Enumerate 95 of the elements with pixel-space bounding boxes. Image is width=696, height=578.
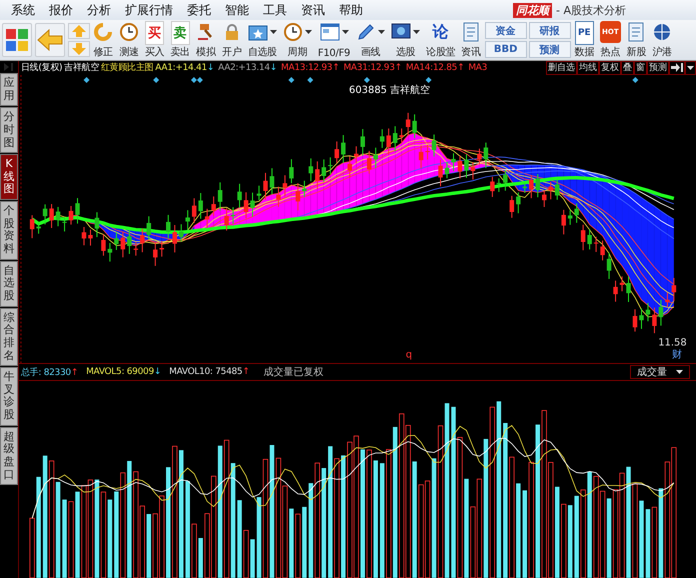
chart-tool-button[interactable]: 叠 bbox=[621, 61, 634, 75]
clock-icon bbox=[282, 22, 303, 42]
toolbar-button[interactable]: 开户 bbox=[220, 21, 243, 59]
refresh-icon bbox=[93, 22, 113, 42]
indicator-value: MA31:12.93↑ bbox=[343, 62, 402, 73]
toolbar-button[interactable]: 研报 bbox=[528, 22, 571, 39]
period-label: 日线(复权) bbox=[21, 62, 62, 74]
menu-item[interactable]: 报价 bbox=[42, 2, 80, 18]
sidebar-tab[interactable]: K线图 bbox=[0, 154, 18, 200]
globe-icon bbox=[652, 22, 672, 42]
chart-tool-button[interactable]: 删自选 bbox=[546, 61, 577, 75]
arrow-to-bar-icon bbox=[671, 63, 683, 72]
down-arrow-icon bbox=[72, 43, 86, 55]
caret-icon bbox=[304, 30, 312, 34]
toolbar-button[interactable]: F10/F9 bbox=[316, 21, 352, 59]
toolbar-button[interactable]: 论 论股堂 bbox=[425, 21, 456, 59]
document-icon bbox=[462, 22, 480, 42]
glyph-icon: 买 bbox=[145, 21, 164, 45]
toolbar-button[interactable]: 画线 bbox=[355, 21, 386, 59]
clock-icon bbox=[119, 22, 139, 42]
caret-icon bbox=[687, 66, 694, 70]
glyph-icon: 卖 bbox=[170, 21, 190, 45]
glyph-icon: 论 bbox=[430, 21, 451, 43]
indicator-value: AA1:+14.41↓ bbox=[155, 62, 214, 73]
menu-item[interactable]: 智能 bbox=[218, 2, 256, 18]
window-icon bbox=[320, 23, 340, 41]
menu-item[interactable]: 分析 bbox=[80, 2, 118, 18]
color-grid-icon bbox=[5, 28, 29, 52]
sidebar-tab[interactable]: 自选股 bbox=[0, 260, 18, 307]
toolbar-button[interactable]: 买 买入 bbox=[144, 21, 166, 59]
down-button[interactable] bbox=[68, 41, 90, 57]
toolbar-button[interactable]: 新股 bbox=[626, 21, 648, 59]
indicator-value: AA2:+13.14↓ bbox=[218, 62, 278, 73]
caret-icon bbox=[270, 30, 277, 34]
caret-icon bbox=[342, 30, 348, 34]
volume-indicator: MAVOL5: 69009↓ bbox=[86, 367, 162, 378]
star-folder-icon bbox=[248, 23, 268, 41]
menu-item[interactable]: 委托 bbox=[180, 2, 218, 18]
toolbar-button[interactable]: 资金 bbox=[484, 22, 527, 39]
volume-indicator: MAVOL10: 75485↑ bbox=[169, 367, 250, 378]
menu-item[interactable]: 资讯 bbox=[294, 2, 332, 18]
stock-label: 603885 吉祥航空 bbox=[349, 84, 430, 96]
toolbar-button[interactable]: 测速 bbox=[118, 21, 140, 59]
toolbar-button[interactable]: BBD bbox=[484, 41, 527, 58]
toolbar-button[interactable]: 预测 bbox=[528, 41, 571, 58]
document-icon bbox=[627, 22, 646, 42]
menu-item[interactable]: 帮助 bbox=[332, 2, 370, 18]
indicator-value: MA3 bbox=[468, 62, 488, 73]
caret-icon bbox=[676, 370, 683, 374]
low-price-label: 11.58 bbox=[658, 337, 687, 348]
toolbar-button[interactable]: PE 数据 bbox=[574, 21, 596, 59]
sidebar-tab[interactable]: 牛叉诊股 bbox=[0, 367, 18, 426]
toolbar-button[interactable]: 资讯 bbox=[460, 21, 482, 59]
stock-name: 吉祥航空 bbox=[64, 62, 100, 74]
left-arrow-icon bbox=[37, 29, 63, 51]
dropdown-button[interactable] bbox=[685, 61, 696, 75]
caret-icon bbox=[413, 30, 420, 34]
toolbar-button[interactable]: 卖 卖出 bbox=[169, 21, 191, 59]
sidebar-tab[interactable]: 综合排名 bbox=[0, 308, 18, 366]
toolbar-button[interactable]: 修正 bbox=[92, 21, 114, 59]
event-marker: q bbox=[406, 349, 412, 360]
finance-marker: 财 bbox=[672, 349, 682, 360]
layout-tile-button[interactable] bbox=[2, 23, 32, 57]
sidebar-tab[interactable]: 个股资料 bbox=[0, 201, 18, 260]
toolbar-button[interactable]: 自选股 bbox=[246, 21, 278, 59]
sidebar-tab[interactable]: 分时图 bbox=[0, 107, 18, 154]
volume-indicator: 总手: 82330↑ bbox=[21, 366, 78, 379]
caret-icon bbox=[378, 30, 386, 34]
indicator-value: MA13:12.93↑ bbox=[281, 62, 340, 73]
chart-tool-button[interactable]: 复权 bbox=[599, 61, 621, 75]
window-title: - A股技术分析 bbox=[556, 2, 626, 18]
sidebar-tab[interactable]: 超级盘口 bbox=[0, 426, 18, 486]
up-arrow-icon bbox=[72, 25, 86, 37]
menu-item[interactable]: 扩展行情 bbox=[118, 2, 180, 18]
formula-name: 红黄顾比主图 bbox=[101, 62, 154, 74]
chart-tool-button[interactable]: 窗 bbox=[634, 61, 647, 75]
back-button[interactable] bbox=[35, 23, 65, 57]
chart-tool-button[interactable]: 均线 bbox=[577, 61, 599, 75]
up-button[interactable] bbox=[68, 23, 90, 39]
menu-item[interactable]: 工具 bbox=[256, 2, 294, 18]
glyph-icon: PE bbox=[574, 21, 594, 45]
volume-note: 成交量已复权 bbox=[264, 366, 324, 380]
indicator-value: MA14:12.85↑ bbox=[406, 62, 464, 73]
menu-item[interactable]: 系统 bbox=[4, 2, 42, 18]
app-logo: 同花顺 bbox=[513, 2, 552, 18]
pencil-icon bbox=[356, 22, 376, 42]
toolbar-button[interactable]: 模拟 bbox=[194, 21, 217, 59]
expand-button[interactable] bbox=[669, 61, 685, 75]
sidebar-tab[interactable]: 应用 bbox=[0, 73, 18, 106]
toolbar-button[interactable]: 选股 bbox=[390, 21, 422, 59]
toolbar-button[interactable]: 沪港 bbox=[651, 21, 674, 59]
monitor-icon bbox=[391, 23, 412, 41]
toolbar-button[interactable]: 周期 bbox=[282, 21, 313, 59]
chart-tool-button[interactable]: 预测 bbox=[647, 61, 669, 75]
indicator-dropdown[interactable]: 成交量 bbox=[630, 365, 690, 380]
